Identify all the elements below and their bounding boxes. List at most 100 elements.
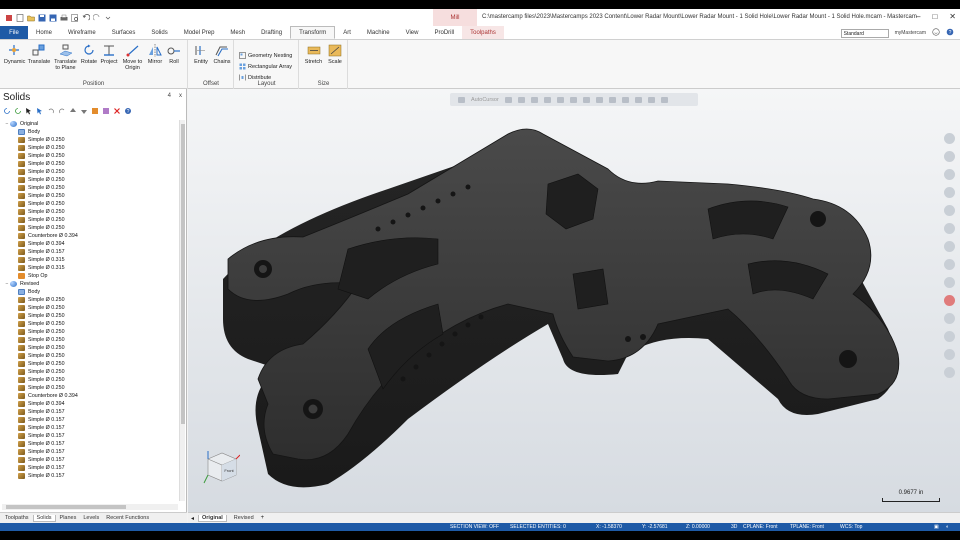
lower-radar-mount-model[interactable] — [188, 89, 960, 512]
view-top-icon[interactable] — [943, 223, 955, 234]
tab-wireframe[interactable]: Wireframe — [60, 26, 104, 39]
tree-operation-node[interactable]: Simple Ø 0.157 — [2, 408, 178, 416]
new-file-icon[interactable] — [16, 13, 24, 22]
tree-operation-node[interactable]: Stop Op — [2, 272, 178, 280]
hidden-line-icon[interactable] — [943, 349, 955, 360]
tree-operation-node[interactable]: Simple Ø 0.250 — [2, 304, 178, 312]
mirror-button[interactable]: Mirror — [146, 44, 164, 65]
tree-operation-node[interactable]: Simple Ø 0.250 — [2, 224, 178, 232]
tree-operation-node[interactable]: Simple Ø 0.315 — [2, 264, 178, 272]
tree-operation-node[interactable]: Simple Ø 0.157 — [2, 472, 178, 480]
smiley-icon[interactable] — [932, 28, 940, 38]
tab-prodrill[interactable]: ProDrill — [426, 26, 462, 39]
tree-operation-node[interactable]: Simple Ø 0.250 — [2, 336, 178, 344]
view-iso-icon[interactable] — [943, 277, 955, 288]
wcs-status[interactable]: WCS: Top — [840, 524, 862, 530]
section-view-icon[interactable] — [943, 295, 955, 306]
tree-operation-node[interactable]: Simple Ø 0.250 — [2, 320, 178, 328]
dynamic-button[interactable]: Dynamic — [4, 44, 25, 65]
tree-operation-node[interactable]: Simple Ø 0.250 — [2, 200, 178, 208]
tree-operation-node[interactable]: Simple Ø 0.250 — [2, 368, 178, 376]
save-as-icon[interactable] — [49, 14, 57, 22]
graphics-viewport[interactable]: AutoCursor Front 0.9677 in — [188, 89, 960, 512]
undo-solid-icon[interactable] — [47, 107, 55, 115]
tree-operation-node[interactable]: Simple Ø 0.157 — [2, 448, 178, 456]
minimize-icon[interactable]: – — [916, 12, 920, 21]
pan-icon[interactable] — [943, 205, 955, 216]
dimension-mode[interactable]: 3D — [731, 524, 737, 530]
tree-operation-node[interactable]: Simple Ø 0.157 — [2, 440, 178, 448]
stop-op-icon[interactable] — [91, 107, 99, 115]
move-to-origin-button[interactable]: Move to Origin — [120, 44, 145, 71]
tree-operation-node[interactable]: Simple Ø 0.157 — [2, 248, 178, 256]
tab-planes-manager[interactable]: Planes — [57, 515, 80, 521]
zoom-out-icon[interactable] — [943, 151, 955, 162]
tab-machine[interactable]: Machine — [359, 26, 398, 39]
tree-operation-node[interactable]: Simple Ø 0.250 — [2, 376, 178, 384]
translucency-icon[interactable] — [943, 367, 955, 378]
open-file-icon[interactable] — [27, 14, 35, 22]
tree-operation-node[interactable]: Simple Ø 0.250 — [2, 176, 178, 184]
select-all-icon[interactable] — [25, 107, 33, 115]
rotate-view-icon[interactable] — [943, 187, 955, 198]
standard-select[interactable]: Standard — [840, 28, 889, 38]
tree-operation-node[interactable]: Counterbore Ø 0.394 — [2, 392, 178, 400]
fit-icon[interactable] — [943, 169, 955, 180]
tree-operation-node[interactable]: Body — [2, 288, 178, 296]
tree-operation-node[interactable]: Simple Ø 0.250 — [2, 160, 178, 168]
tree-operation-node[interactable]: Simple Ø 0.250 — [2, 328, 178, 336]
regen-dirty-icon[interactable] — [14, 107, 22, 115]
view-right-icon[interactable] — [943, 259, 955, 270]
geometry-nesting-button[interactable]: Geometry Nesting — [239, 52, 292, 59]
viewsheet-original[interactable]: Original — [198, 514, 227, 522]
roll-button[interactable]: Roll — [166, 44, 182, 65]
tab-file[interactable]: File — [0, 26, 28, 39]
tree-operation-node[interactable]: Simple Ø 0.157 — [2, 424, 178, 432]
undo-icon[interactable] — [82, 13, 91, 22]
tab-toolpaths-manager[interactable]: Toolpaths — [2, 515, 32, 521]
section-view-status[interactable]: SECTION VIEW: OFF — [450, 524, 499, 530]
translate-to-plane-button[interactable]: Translate to Plane — [52, 44, 79, 71]
scroll-thumb[interactable] — [181, 124, 185, 424]
tab-levels-manager[interactable]: Levels — [80, 515, 102, 521]
help-icon[interactable]: ? — [946, 28, 954, 38]
add-viewsheet-icon[interactable]: + — [261, 515, 265, 521]
cplane-status[interactable]: CPLANE: Front — [743, 524, 777, 530]
redo-solid-icon[interactable] — [58, 107, 66, 115]
close-icon[interactable]: ✕ — [949, 12, 956, 21]
shaded-icon[interactable] — [943, 331, 955, 342]
move-up-icon[interactable] — [69, 107, 77, 115]
tree-operation-node[interactable]: Simple Ø 0.250 — [2, 360, 178, 368]
tab-art[interactable]: Art — [335, 26, 359, 39]
regen-all-icon[interactable] — [3, 107, 11, 115]
tree-operation-node[interactable]: Simple Ø 0.250 — [2, 312, 178, 320]
offset-entity-button[interactable]: Entity — [192, 44, 210, 65]
print-preview-icon[interactable] — [71, 13, 79, 22]
tab-view[interactable]: View — [398, 26, 427, 39]
scroll-thumb-horizontal[interactable] — [6, 505, 126, 509]
tree-operation-node[interactable]: Simple Ø 0.315 — [2, 256, 178, 264]
tab-solids-manager[interactable]: Solids — [32, 514, 56, 522]
qat-dropdown-icon[interactable] — [104, 14, 112, 22]
tree-operation-node[interactable]: Simple Ø 0.250 — [2, 184, 178, 192]
tab-mesh[interactable]: Mesh — [222, 26, 253, 39]
tab-toolpaths[interactable]: Toolpaths — [462, 26, 504, 39]
move-down-icon[interactable] — [80, 107, 88, 115]
tab-surfaces[interactable]: Surfaces — [104, 26, 144, 39]
tree-operation-node[interactable]: Simple Ø 0.157 — [2, 416, 178, 424]
scale-button[interactable]: Scale — [326, 44, 344, 65]
save-icon[interactable] — [38, 14, 46, 22]
history-icon[interactable] — [102, 107, 110, 115]
tab-recent-functions[interactable]: Recent Functions — [103, 515, 152, 521]
wireframe-icon[interactable] — [943, 313, 955, 324]
tree-operation-node[interactable]: Body — [2, 128, 178, 136]
tree-operation-node[interactable]: Simple Ø 0.250 — [2, 208, 178, 216]
tree-operation-node[interactable]: Simple Ø 0.250 — [2, 384, 178, 392]
tree-operation-node[interactable]: Simple Ø 0.394 — [2, 240, 178, 248]
my-mastercam-link[interactable]: myMastercam — [895, 30, 926, 36]
tab-scroll-left-icon[interactable]: ◂ — [191, 515, 194, 522]
tab-solids[interactable]: Solids — [143, 26, 175, 39]
tree-operation-node[interactable]: Simple Ø 0.250 — [2, 344, 178, 352]
stretch-button[interactable]: Stretch — [303, 44, 324, 65]
tree-operation-node[interactable]: Simple Ø 0.250 — [2, 152, 178, 160]
